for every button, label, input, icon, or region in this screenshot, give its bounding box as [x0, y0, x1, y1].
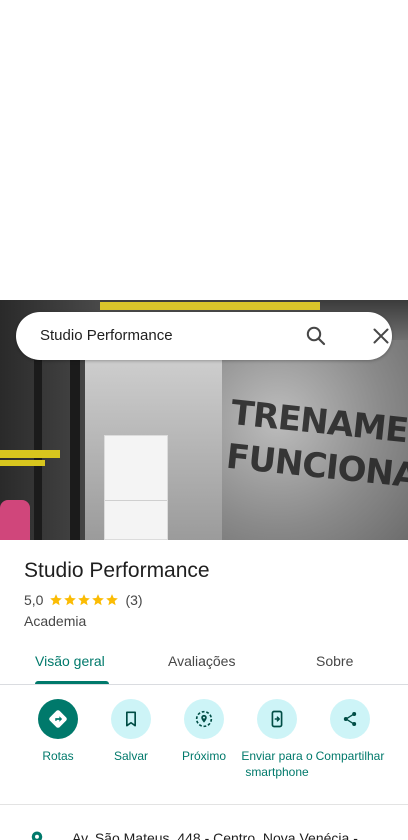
photo-beam — [34, 340, 42, 540]
send-to-phone-circle[interactable] — [257, 699, 297, 739]
star-rating — [49, 593, 119, 607]
star-icon — [92, 594, 105, 606]
nearby-icon — [195, 710, 213, 728]
nearby-circle[interactable] — [184, 699, 224, 739]
photo-pink-object — [0, 500, 30, 540]
photo-cabinet — [104, 435, 168, 540]
photo-wall-text: TRENAMENTO FUNCIONAL — [224, 392, 408, 499]
directions-icon — [49, 710, 67, 728]
directions-button[interactable]: Rotas — [21, 699, 95, 764]
nearby-button[interactable]: Próximo — [167, 699, 241, 764]
nearby-label: Próximo — [181, 749, 226, 763]
send-to-phone-button[interactable]: Enviar para o smartphone — [240, 699, 314, 780]
rating-value: 5,0 — [24, 592, 44, 608]
share-button[interactable]: Compartilhar — [313, 699, 387, 764]
share-circle[interactable] — [330, 699, 370, 739]
save-label: Salvar — [113, 749, 148, 763]
photo-beam — [70, 360, 80, 540]
place-title: Studio Performance — [24, 559, 210, 582]
place-category: Academia — [24, 613, 87, 629]
review-count: (3) — [125, 592, 143, 608]
section-divider — [0, 804, 408, 805]
star-icon — [64, 594, 77, 606]
tab-overview[interactable]: Visão geral — [35, 653, 105, 669]
map-placeholder-area — [0, 0, 408, 300]
rating-row[interactable]: 5,0 (3) — [24, 592, 143, 608]
directions-label: Rotas — [42, 749, 74, 763]
star-icon — [78, 594, 91, 606]
share-icon — [343, 712, 357, 726]
location-pin-icon — [28, 830, 46, 840]
share-label: Compartilhar — [315, 749, 385, 763]
tab-about[interactable]: Sobre — [316, 653, 353, 669]
photo-yellow-bar — [0, 460, 45, 466]
send-to-phone-icon — [271, 710, 283, 728]
address-text[interactable]: Av. São Mateus, 448 - Centro, Nova Venéc… — [72, 830, 358, 840]
search-bar[interactable]: Studio Performance — [16, 312, 392, 360]
close-icon[interactable] — [369, 324, 393, 348]
tab-active-indicator — [35, 681, 109, 684]
save-button[interactable]: Salvar — [94, 699, 168, 764]
send-to-phone-label: Enviar para o smartphone — [241, 749, 313, 779]
star-icon — [50, 594, 63, 606]
search-input[interactable]: Studio Performance — [40, 327, 173, 344]
tab-reviews[interactable]: Avaliações — [168, 653, 235, 669]
photo-yellow-bar — [0, 450, 60, 458]
search-icon[interactable] — [304, 324, 328, 348]
save-circle[interactable] — [111, 699, 151, 739]
bookmark-icon — [126, 711, 136, 727]
directions-circle[interactable] — [38, 699, 78, 739]
tab-bar: Visão geral Avaliações Sobre — [0, 640, 408, 685]
star-icon — [106, 594, 119, 606]
